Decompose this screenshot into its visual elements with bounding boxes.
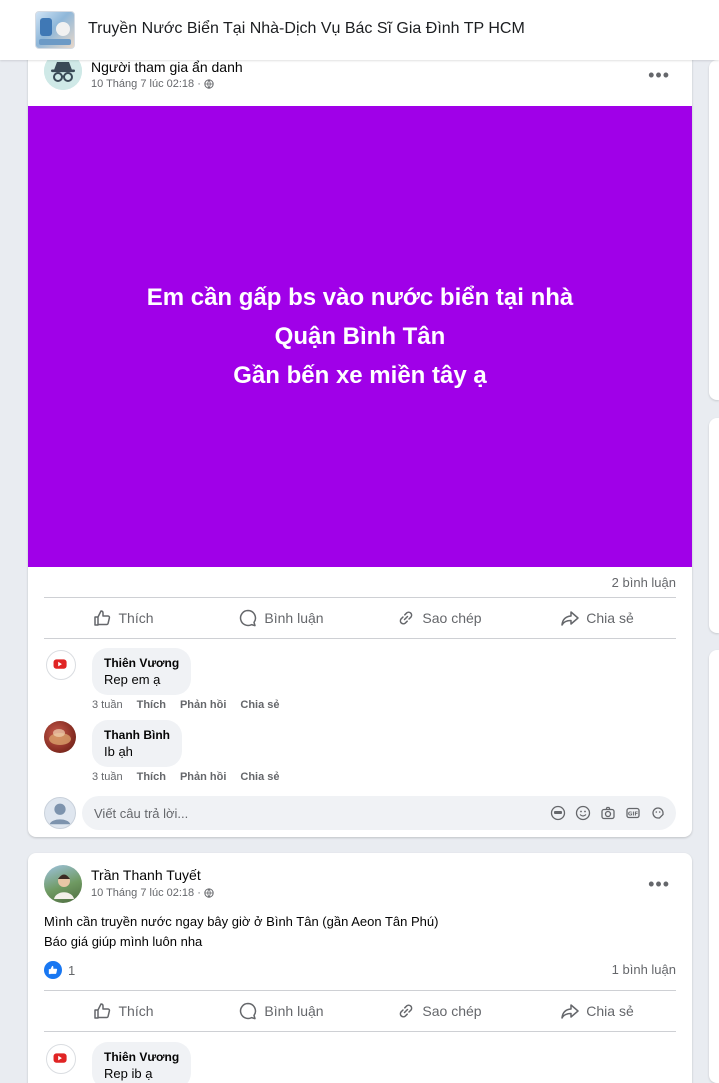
- red-logo-icon: [53, 659, 67, 669]
- author-avatar[interactable]: [44, 865, 82, 903]
- thumbs-up-icon: [94, 1003, 111, 1019]
- link-icon: [400, 611, 413, 625]
- divider: [44, 990, 676, 991]
- like-button[interactable]: Thích: [44, 599, 202, 637]
- post-text: Em cần gấp bs vào nước biển tại nhà Quận…: [146, 284, 574, 389]
- avatar-sticker-icon[interactable]: [550, 805, 566, 821]
- comment-label: Bình luận: [264, 610, 324, 626]
- profile-photo: [49, 729, 71, 745]
- group-cover-thumbnail[interactable]: [35, 11, 75, 49]
- like-count: 1: [68, 962, 76, 978]
- reply-placeholder: Viết câu trả lời...: [94, 805, 189, 821]
- comment-bubble: Thiên Vương Rep ib ạ: [92, 1042, 192, 1083]
- comment-item: Thiên Vương Rep em ạ 3 tuần Thích Phản h…: [44, 648, 676, 711]
- reaction-summary[interactable]: 1: [44, 961, 75, 979]
- side-card: [709, 418, 719, 633]
- svg-text:GIF: GIF: [628, 812, 639, 818]
- copy-label: Sao chép: [422, 1003, 482, 1019]
- post-card: Trần Thanh Tuyết 10 Tháng 7 lúc 02:18 · …: [28, 853, 692, 1083]
- profile-photo: [54, 874, 74, 899]
- commenter-avatar[interactable]: [46, 650, 76, 680]
- reply-row: Viết câu trả lời... GIF: [44, 796, 676, 830]
- side-card: [709, 60, 719, 400]
- post-author[interactable]: Người tham gia ẩn danh: [91, 59, 243, 75]
- divider: [44, 1031, 676, 1032]
- commenter-name[interactable]: Thiên Vương: [104, 1049, 179, 1065]
- copy-button[interactable]: Sao chép: [360, 992, 518, 1030]
- comment-icon: [240, 1002, 257, 1020]
- share-button[interactable]: Chia sẻ: [518, 599, 676, 637]
- comment-item: Thanh Bình Ib ạh 3 tuần Thích Phản hồi C…: [44, 720, 676, 783]
- post-timestamp[interactable]: 10 Tháng 7 lúc 02:18 ·: [91, 78, 214, 90]
- commenter-avatar[interactable]: [44, 721, 76, 753]
- comment-item: Thiên Vương Rep ib ạ: [44, 1042, 676, 1083]
- post-actions: Thích Bình luận Sao chép Chia sẻ: [44, 599, 676, 637]
- red-logo-icon: [53, 1053, 67, 1063]
- share-icon: [561, 611, 580, 626]
- comment-meta: 3 tuần Thích Phản hồi Chia sẻ: [92, 699, 280, 711]
- like-button[interactable]: Thích: [44, 992, 202, 1030]
- comment-button[interactable]: Bình luận: [202, 992, 360, 1030]
- group-title[interactable]: Truyền Nước Biển Tại Nhà-Dịch Vụ Bác Sĩ …: [88, 20, 525, 38]
- copy-label: Sao chép: [422, 610, 482, 626]
- link-icon: [400, 1004, 413, 1018]
- gif-icon[interactable]: GIF: [625, 805, 641, 821]
- sticker-icon[interactable]: [650, 805, 666, 821]
- comment-bubble: Thanh Bình Ib ạh: [92, 720, 182, 767]
- group-header: Truyền Nước Biển Tại Nhà-Dịch Vụ Bác Sĩ …: [0, 0, 719, 60]
- comment-button[interactable]: Bình luận: [202, 599, 360, 637]
- profile-photo: [49, 803, 71, 825]
- comment-bubble: Thiên Vương Rep em ạ: [92, 648, 192, 695]
- post-time[interactable]: 10 Tháng 7 lúc 02:18 ·: [91, 887, 201, 899]
- comment-share-button[interactable]: Chia sẻ: [240, 699, 279, 711]
- side-card: [709, 650, 719, 1083]
- commenter-avatar[interactable]: [46, 1044, 76, 1074]
- post-time[interactable]: 10 Tháng 7 lúc 02:18 ·: [91, 78, 201, 90]
- comment-reply-button[interactable]: Phản hồi: [180, 771, 226, 783]
- like-label: Thích: [118, 610, 154, 626]
- comment-time[interactable]: 3 tuần: [92, 771, 123, 783]
- comment-reply-button[interactable]: Phản hồi: [180, 699, 226, 711]
- comment-meta: 3 tuần Thích Phản hồi Chia sẻ: [92, 771, 280, 783]
- comment-count[interactable]: 1 bình luận: [612, 962, 676, 977]
- comment-text: Ib ạh: [104, 744, 133, 759]
- like-reaction-icon: [44, 961, 62, 979]
- comment-time[interactable]: 3 tuần: [92, 699, 123, 711]
- comment-label: Bình luận: [264, 1003, 324, 1019]
- globe-icon: [204, 888, 214, 898]
- thumbs-up-icon: [94, 610, 111, 626]
- post-actions: Thích Bình luận Sao chép Chia sẻ: [44, 992, 676, 1030]
- post-options-icon[interactable]: •••: [648, 875, 670, 893]
- like-label: Thích: [118, 1003, 154, 1019]
- commenter-name[interactable]: Thanh Bình: [104, 727, 170, 743]
- comment-text: Rep ib ạ: [104, 1066, 153, 1081]
- commenter-name[interactable]: Thiên Vương: [104, 655, 179, 671]
- comment-count[interactable]: 2 bình luận: [612, 575, 676, 590]
- reply-input[interactable]: Viết câu trả lời... GIF: [82, 796, 676, 830]
- emoji-icon[interactable]: [575, 805, 591, 821]
- post-card: Người tham gia ẩn danh 10 Tháng 7 lúc 02…: [28, 44, 692, 837]
- copy-button[interactable]: Sao chép: [360, 599, 518, 637]
- globe-icon: [204, 79, 214, 89]
- reply-tools: GIF: [550, 805, 666, 821]
- comment-like-button[interactable]: Thích: [137, 699, 166, 711]
- camera-icon[interactable]: [600, 805, 616, 821]
- divider: [44, 638, 676, 639]
- post-background-text: Em cần gấp bs vào nước biển tại nhà Quận…: [28, 106, 692, 567]
- share-label: Chia sẻ: [586, 610, 634, 626]
- post-options-icon[interactable]: •••: [648, 66, 670, 84]
- share-icon: [561, 1004, 580, 1019]
- comment-share-button[interactable]: Chia sẻ: [240, 771, 279, 783]
- share-button[interactable]: Chia sẻ: [518, 992, 676, 1030]
- comment-icon: [240, 609, 257, 627]
- comment-text: Rep em ạ: [104, 672, 161, 687]
- post-author[interactable]: Trần Thanh Tuyết: [91, 867, 201, 883]
- post-timestamp[interactable]: 10 Tháng 7 lúc 02:18 ·: [91, 887, 214, 899]
- share-label: Chia sẻ: [586, 1003, 634, 1019]
- comment-like-button[interactable]: Thích: [137, 771, 166, 783]
- current-user-avatar[interactable]: [44, 797, 76, 829]
- post-text: Mình cần truyền nước ngay bây giờ ở Bình…: [44, 914, 439, 949]
- divider: [44, 597, 676, 598]
